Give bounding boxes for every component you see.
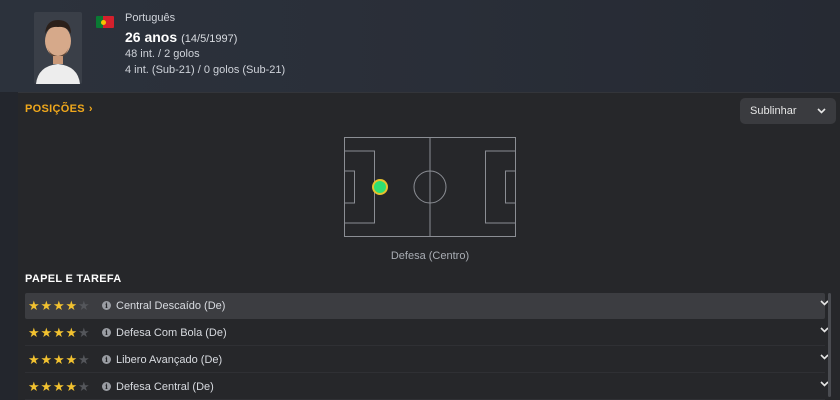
star-empty-icon: ★: [78, 298, 90, 313]
star-icon: ★: [65, 379, 78, 394]
role-list-scrollbar[interactable]: [828, 293, 831, 397]
role-star-rating: ★ ★ ★ ★ ★: [28, 353, 102, 366]
chevron-down-icon: [817, 105, 826, 117]
star-icon: ★: [65, 352, 78, 367]
international-caps: 48 int. / 2 golos: [125, 48, 200, 60]
nationality-label[interactable]: Português: [125, 12, 175, 24]
star-icon: ★: [40, 298, 53, 313]
player-header: Português 26 anos (14/5/1997) 48 int. / 2…: [0, 0, 840, 92]
star-empty-icon: ★: [78, 379, 90, 394]
star-icon: ★: [28, 379, 40, 394]
star-empty-icon: ★: [78, 352, 90, 367]
role-name: Defesa Central (De): [116, 380, 214, 393]
role-name: Libero Avançado (De): [116, 353, 223, 366]
role-star-rating: ★ ★ ★ ★ ★: [28, 326, 102, 339]
pitch-diagram: [344, 137, 516, 237]
star-icon: ★: [65, 325, 78, 340]
highlight-dropdown-button[interactable]: Sublinhar: [740, 98, 836, 124]
role-star-rating: ★ ★ ★ ★ ★: [28, 380, 102, 393]
chevron-right-icon: ›: [88, 103, 93, 115]
star-icon: ★: [53, 325, 65, 340]
role-name: Defesa Com Bola (De): [116, 326, 227, 339]
star-icon: ★: [28, 325, 40, 340]
pitch-position-label: Defesa (Centro): [390, 250, 470, 262]
star-icon: ★: [40, 352, 53, 367]
role-row-defesa-com-bola[interactable]: ★ ★ ★ ★ ★ i Defesa Com Bola (De): [25, 320, 829, 346]
role-duty-title: PAPEL E TAREFA: [25, 273, 122, 285]
positions-title-text: POSIÇÕES: [25, 103, 85, 115]
position-marker[interactable]: [372, 179, 388, 195]
positions-title-link[interactable]: POSIÇÕES ›: [25, 103, 93, 115]
role-star-rating: ★ ★ ★ ★ ★: [28, 299, 102, 312]
info-icon[interactable]: i: [102, 382, 111, 391]
star-icon: ★: [65, 298, 78, 313]
portugal-flag-icon: [96, 16, 114, 28]
role-row-central-descaido[interactable]: ★ ★ ★ ★ ★ i Central Descaído (De): [25, 293, 829, 319]
age-line: 26 anos (14/5/1997): [125, 29, 237, 45]
info-icon[interactable]: i: [102, 301, 111, 310]
role-row-defesa-central[interactable]: ★ ★ ★ ★ ★ i Defesa Central (De): [25, 374, 829, 400]
player-age: 26 anos: [125, 29, 178, 45]
role-list: ★ ★ ★ ★ ★ i Central Descaído (De) ★ ★ ★ …: [25, 293, 829, 400]
star-icon: ★: [40, 325, 53, 340]
star-icon: ★: [53, 379, 65, 394]
player-dob: (14/5/1997): [181, 33, 238, 45]
u21-caps: 4 int. (Sub-21) / 0 golos (Sub-21): [125, 64, 286, 76]
star-icon: ★: [53, 298, 65, 313]
info-icon[interactable]: i: [102, 355, 111, 364]
positions-panel: POSIÇÕES › Sublinhar Defesa (Centro) PAPE…: [18, 92, 840, 400]
info-icon[interactable]: i: [102, 328, 111, 337]
star-icon: ★: [28, 298, 40, 313]
star-empty-icon: ★: [78, 325, 90, 340]
role-name: Central Descaído (De): [116, 299, 226, 312]
highlight-button-label: Sublinhar: [750, 105, 797, 117]
role-row-libero-avancado[interactable]: ★ ★ ★ ★ ★ i Libero Avançado (De): [25, 347, 829, 373]
player-avatar[interactable]: [34, 12, 82, 84]
star-icon: ★: [40, 379, 53, 394]
star-icon: ★: [28, 352, 40, 367]
star-icon: ★: [53, 352, 65, 367]
